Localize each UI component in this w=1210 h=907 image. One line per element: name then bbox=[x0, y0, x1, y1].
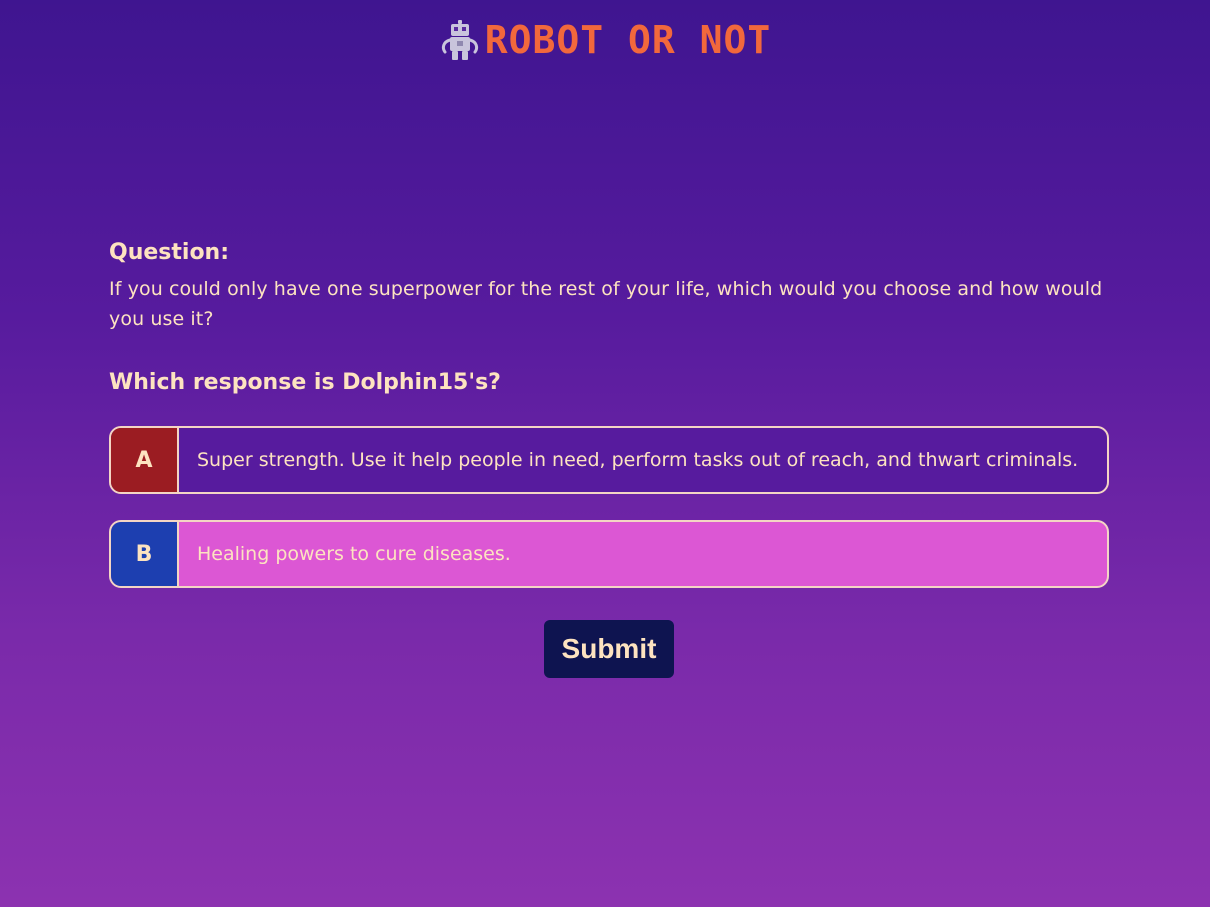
option-a[interactable]: A Super strength. Use it help people in … bbox=[109, 426, 1109, 494]
option-b-letter: B bbox=[111, 522, 179, 586]
submit-button[interactable]: Submit bbox=[544, 620, 674, 678]
question-text: If you could only have one superpower fo… bbox=[109, 278, 1103, 330]
submit-container: Submit bbox=[109, 620, 1109, 678]
option-a-letter: A bbox=[111, 428, 179, 492]
option-b-text: Healing powers to cure diseases. bbox=[197, 543, 511, 565]
question-label: Question: bbox=[109, 240, 230, 265]
robot-icon bbox=[439, 18, 481, 62]
option-a-text: Super strength. Use it help people in ne… bbox=[197, 449, 1079, 471]
response-prompt: Which response is Dolphin15's? bbox=[109, 370, 501, 395]
quiz-content: Question: If you could only have one sup… bbox=[109, 238, 1109, 678]
app-title: ROBOT OR NOT bbox=[484, 18, 772, 62]
app-header: ROBOT OR NOT bbox=[0, 18, 1210, 62]
option-b[interactable]: B Healing powers to cure diseases. bbox=[109, 520, 1109, 588]
